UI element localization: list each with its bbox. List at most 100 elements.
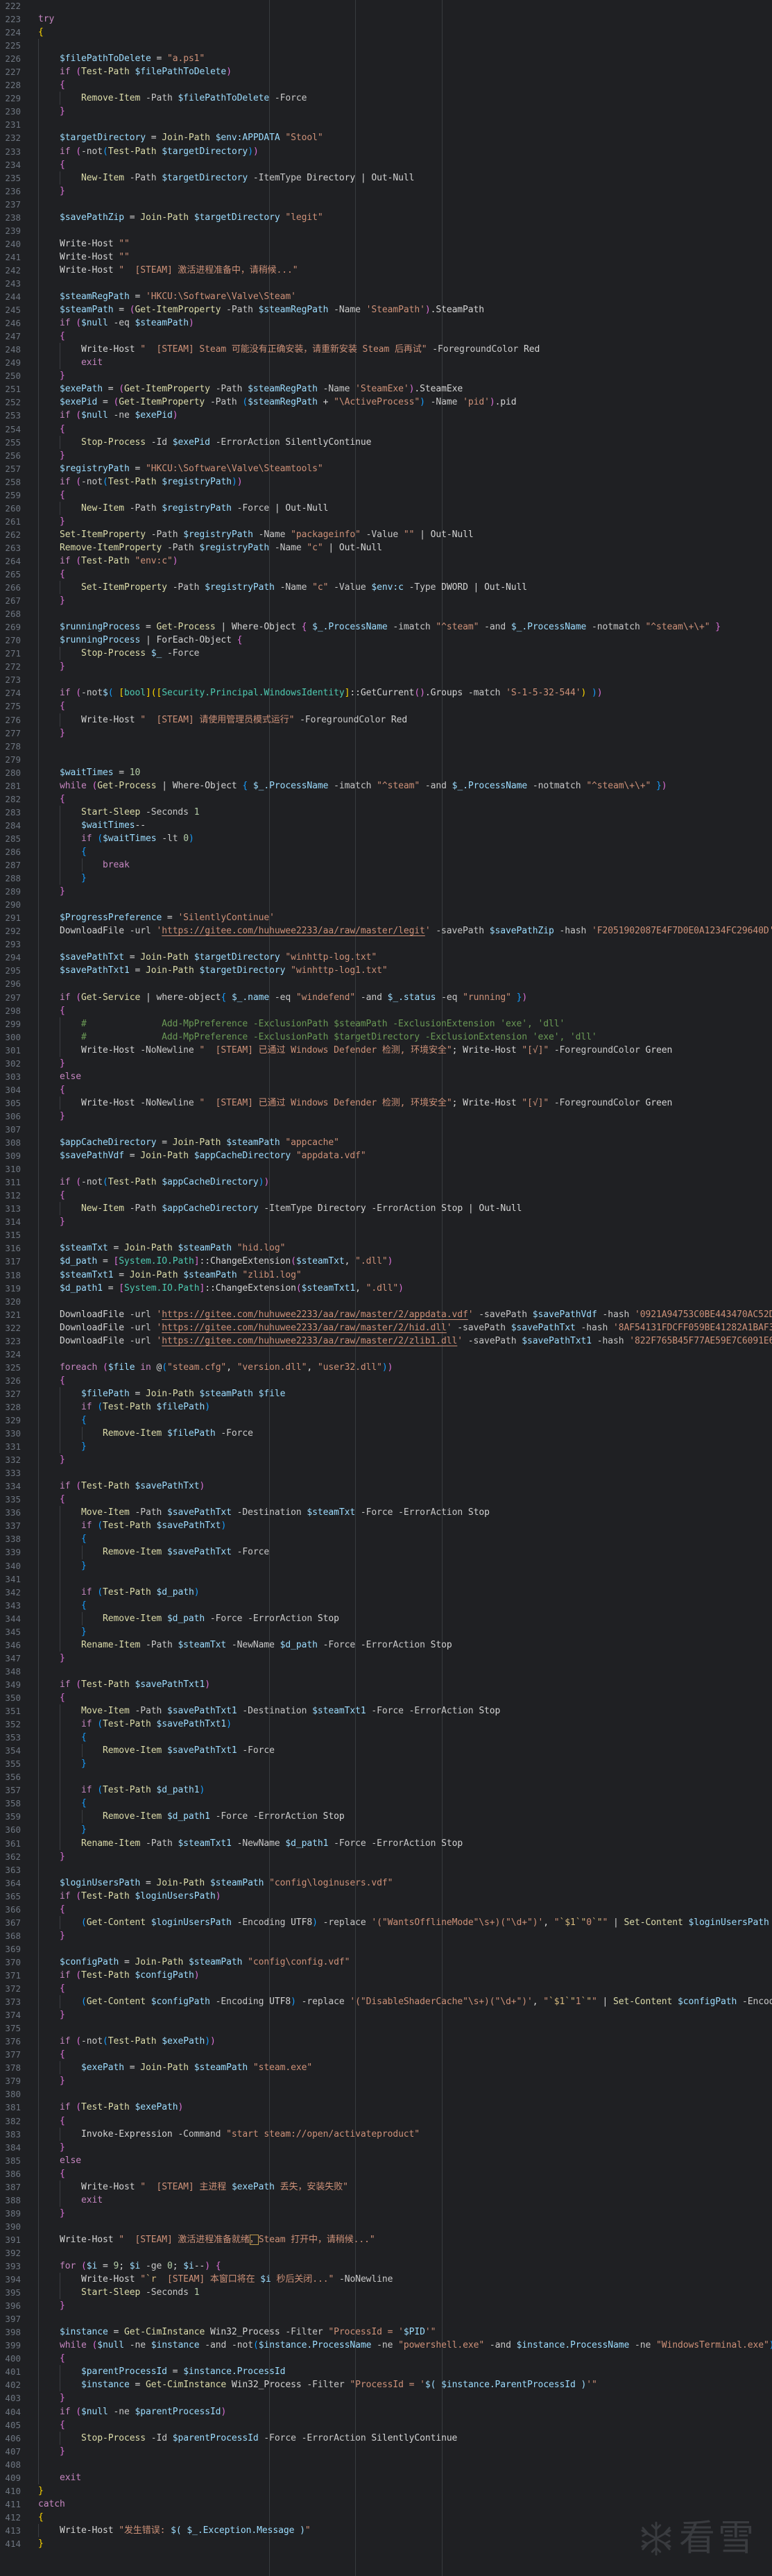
code-line: 297 if (Get-Service | where-object{ $_.n… (0, 990, 772, 1004)
indent-guide (38, 2074, 39, 2088)
line-number: 408 (5, 2459, 21, 2470)
line-number: 411 (5, 2498, 21, 2509)
indent-guide (38, 1651, 39, 1665)
line-number: 315 (5, 1230, 21, 1241)
line-number: 318 (5, 1269, 21, 1280)
indent-guide (38, 1149, 39, 1163)
code-line: 331 } (0, 1440, 772, 1454)
code-line: 383 Invoke-Expression -Command "start st… (0, 2127, 772, 2141)
indent-guide (38, 1215, 39, 1229)
code-line: 311 if (-not(Test-Path $appCacheDirector… (0, 1176, 772, 1189)
code-line: 249 exit (0, 356, 772, 370)
code-line: 306 } (0, 1109, 772, 1123)
code-line: 400 { (0, 2352, 772, 2366)
line-number: 229 (5, 93, 21, 104)
code-line: 229 Remove-Item -Path $filePathToDelete … (0, 92, 772, 105)
indent-guide (38, 647, 39, 661)
code-line: 307 (0, 1122, 772, 1137)
code-line: 310 (0, 1162, 772, 1176)
code-line: 382 { (0, 2114, 772, 2128)
indent-guide (38, 1611, 39, 1625)
code-line: 343 { (0, 1598, 772, 1612)
indent-guide (38, 92, 39, 105)
code-line: 408 (0, 2457, 772, 2471)
code-line: 388 exit (0, 2193, 772, 2207)
line-number: 285 (5, 833, 21, 844)
code-line: 262 Set-ItemProperty -Path $registryPath… (0, 527, 772, 541)
code-line: 406 Stop-Process -Id $parentProcessId -F… (0, 2431, 772, 2445)
code-line: 370 $configPath = Join-Path $steamPath "… (0, 1955, 772, 1969)
code-line: 378 $exePath = Join-Path $steamPath "ste… (0, 2061, 772, 2075)
code-line: 335 { (0, 1493, 772, 1507)
line-number: 228 (5, 80, 21, 91)
line-number: 290 (5, 899, 21, 910)
indent-guide (38, 1677, 39, 1691)
code-line: 233 if (-not(Test-Path $targetDirectory)… (0, 144, 772, 158)
line-number: 269 (5, 622, 21, 633)
indent-guide (38, 1427, 39, 1441)
line-number: 273 (5, 675, 21, 686)
indent-guide (38, 1281, 39, 1295)
line-number: 361 (5, 1838, 21, 1849)
line-number: 301 (5, 1044, 21, 1056)
line-number: 278 (5, 740, 21, 752)
indent-guide (38, 448, 39, 462)
line-number: 305 (5, 1097, 21, 1108)
code-line: 303 else (0, 1069, 772, 1083)
line-number: 258 (5, 476, 21, 487)
code-line: 285 if ($waitTimes -lt 0) (0, 831, 772, 845)
code-line: 356 (0, 1770, 772, 1784)
code-line: 409 exit (0, 2471, 772, 2484)
indent-guide (38, 1228, 39, 1242)
indent-guide (38, 2312, 39, 2326)
indent-guide (38, 845, 39, 859)
indent-guide (38, 872, 39, 886)
indent-guide (38, 514, 39, 528)
code-line: 371 if (Test-Path $configPath) (0, 1968, 772, 1983)
indent-guide (38, 144, 39, 158)
indent-guide (38, 1480, 39, 1493)
code-line: 386 { (0, 2167, 772, 2180)
line-number: 403 (5, 2393, 21, 2404)
indent-guide (38, 250, 39, 264)
indent-guide (38, 1849, 39, 1863)
indent-guide (38, 1532, 39, 1546)
code-line: 266 Set-ItemProperty -Path $registryPath… (0, 581, 772, 595)
indent-guide (38, 2391, 39, 2405)
line-number: 268 (5, 609, 21, 620)
code-line: 355 } (0, 1757, 772, 1771)
code-line: 239 (0, 223, 772, 237)
code-line: 365 if (Test-Path $loginUsersPath) (0, 1889, 772, 1903)
indent-guide (38, 1982, 39, 1996)
code-area[interactable]: 222 223 try 224{225 226 $filePathToDelete = … (0, 0, 772, 2550)
indent-guide (38, 1836, 39, 1850)
indent-guide (38, 65, 39, 79)
line-number: 313 (5, 1203, 21, 1214)
code-line: 296 (0, 977, 772, 991)
code-line: 226 $filePathToDelete = "a.ps1" (0, 52, 772, 66)
code-line: 384 } (0, 2140, 772, 2154)
code-line: 252 $exePid = (Get-ItemProperty -Path ($… (0, 396, 772, 409)
indent-guide (38, 1307, 39, 1321)
code-line: 286 { (0, 845, 772, 859)
indent-guide (38, 2431, 39, 2445)
line-number: 230 (5, 106, 21, 117)
line-number: 283 (5, 806, 21, 817)
indent-guide (38, 1955, 39, 1969)
code-line: 373 (Get-Content $configPath -Encoding U… (0, 1995, 772, 2009)
code-line: 376 if (-not(Test-Path $exePath)) (0, 2035, 772, 2049)
indent-guide (38, 1096, 39, 1110)
line-number: 352 (5, 1719, 21, 1730)
indent-guide (38, 964, 39, 978)
code-line: 245 $steamPath = (Get-ItemProperty -Path… (0, 303, 772, 317)
code-editor[interactable]: 222 223 try 224{225 226 $filePathToDelete = … (0, 0, 772, 2576)
indent-guide (38, 1810, 39, 1824)
code-line: 325 foreach ($file in @("steam.cfg", "ve… (0, 1360, 772, 1374)
line-number: 282 (5, 793, 21, 804)
line-number: 377 (5, 2049, 21, 2060)
code-line: 352 if (Test-Path $savePathTxt1) (0, 1718, 772, 1731)
code-line: 228 { (0, 78, 772, 92)
code-line: 294 $savePathTxt = Join-Path $targetDire… (0, 951, 772, 965)
code-line: 272 } (0, 660, 772, 674)
indent-guide (38, 1519, 39, 1533)
